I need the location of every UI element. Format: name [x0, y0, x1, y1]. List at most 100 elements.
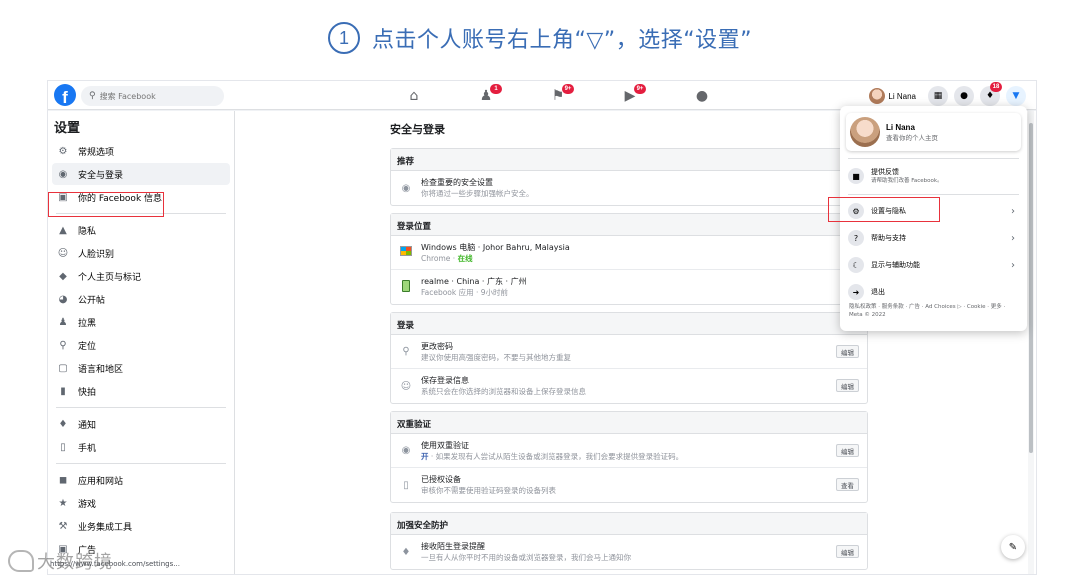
2fa-status: 开	[421, 451, 429, 461]
dropdown-profile-card[interactable]: Li Nana 查看你的个人主页	[846, 113, 1021, 151]
watch-badge: 9+	[634, 84, 646, 94]
dropdown-item-logout[interactable]: ➜ 退出	[846, 280, 1021, 304]
apps-icon: ◼	[58, 474, 68, 486]
dropdown-item-display[interactable]: ☾ 显示与辅助功能 ›	[846, 253, 1021, 277]
business-tools-icon: ⚒	[58, 520, 68, 532]
edit-icon: ✎	[1008, 541, 1018, 553]
sidebar-item-apps[interactable]: ◼ 应用和网站	[52, 469, 230, 491]
shield-icon: ◉	[401, 445, 411, 456]
main-nav-tabs: ⌂ ♟ 1 ⚑ 9+ ▶ 9+ ●	[378, 81, 738, 110]
windows-icon	[399, 246, 413, 259]
edit-button[interactable]: 编辑	[836, 444, 859, 457]
section-header: 登录位置	[391, 214, 867, 236]
edit-button[interactable]: 编辑	[836, 379, 859, 392]
section-recommended: 推荐 ◉ 检查重要的安全设置 你将通过一些步骤加强帐户安全。	[390, 148, 868, 206]
pages-tab[interactable]: ⚑ 9+	[522, 81, 594, 110]
list-item-windows-session[interactable]: Windows 电脑 · Johor Bahru, Malaysia Chrome…	[391, 236, 867, 270]
watch-tab[interactable]: ▶ 9+	[594, 81, 666, 110]
sidebar-item-general[interactable]: ⚙ 常规选项	[52, 140, 230, 162]
dropdown-divider	[848, 194, 1019, 195]
game-icon: ★	[58, 497, 68, 509]
sidebar-item-face-recognition[interactable]: ☺ 人脸识别	[52, 242, 230, 264]
view-button[interactable]: 查看	[836, 478, 859, 491]
sidebar-item-notifications[interactable]: ♦ 通知	[52, 413, 230, 435]
section-two-factor: 双重验证 ◉ 使用双重验证开 · 如果发现有人尝试从陌生设备或浏览器登录，我们会…	[390, 411, 868, 503]
chevron-right-icon: ›	[1011, 205, 1015, 217]
section-header: 登录	[391, 313, 867, 335]
story-icon: ▮	[60, 385, 66, 397]
list-item-login-alerts[interactable]: ♦ 接收陌生登录提醒 一旦有人从你平时不用的设备或浏览器登录，我们会马上通知你 编…	[391, 535, 867, 569]
gear-icon: ⚙	[58, 145, 68, 157]
chevron-right-icon: ›	[1011, 232, 1015, 244]
sidebar-divider	[56, 463, 226, 464]
sidebar-item-business-tools[interactable]: ⚒ 业务集成工具	[52, 515, 230, 537]
search-box[interactable]: ⚲	[81, 86, 224, 106]
sidebar-item-games[interactable]: ★ 游戏	[52, 492, 230, 514]
feedback-icon: ■	[848, 168, 864, 184]
sidebar-item-location[interactable]: ⚲ 定位	[52, 334, 230, 356]
bell-icon: ♦	[401, 546, 411, 558]
tutorial-slide: 1 点击个人账号右上角“▽”，选择“设置” f ⚲ ⌂ ♟1 ⚑9+ ▶9+ ●…	[0, 0, 1080, 582]
search-input[interactable]	[99, 91, 210, 101]
sidebar-item-stories[interactable]: ▮ 快拍	[52, 380, 230, 402]
block-icon: ♟	[58, 316, 68, 328]
sidebar-item-language[interactable]: ▢ 语言和地区	[52, 357, 230, 379]
notifications-button[interactable]: ♦ 18	[980, 82, 1002, 106]
menu-button[interactable]: ▦	[928, 86, 948, 106]
dropdown-item-feedback[interactable]: ■ 提供反馈 请帮助我们改善 Facebook。	[846, 162, 1021, 190]
list-item-authorized-devices[interactable]: ▯ 已授权设备 审核你不需要使用验证码登录的设备列表 查看	[391, 468, 867, 502]
section-header: 双重验证	[391, 412, 867, 434]
help-icon: ?	[848, 230, 864, 246]
dropdown-footer-links[interactable]: 隐私权政策 · 服务条款 · 广告 · Ad Choices ▷ · Cooki…	[849, 303, 1019, 319]
section-login: 登录 ⚲ 更改密码 建议你使用高强度密码，不要与其他地方重复 编辑 ☺ 保存登录信…	[390, 312, 868, 404]
dropdown-divider	[848, 158, 1019, 159]
home-icon: ⌂	[409, 87, 419, 104]
home-tab[interactable]: ⌂	[378, 81, 450, 110]
list-item-realme-session[interactable]: realme · China · 广东 · 广州 Facebook 应用 · 9小…	[391, 270, 867, 304]
watermark-logo-icon	[8, 550, 34, 572]
sidebar-item-mobile[interactable]: ▯ 手机	[52, 436, 230, 458]
list-item-change-password[interactable]: ⚲ 更改密码 建议你使用高强度密码，不要与其他地方重复 编辑	[391, 335, 867, 369]
pages-badge: 9+	[562, 84, 574, 94]
sidebar-item-public-posts[interactable]: ◕ 公开帖	[52, 288, 230, 310]
list-item-save-login[interactable]: ☺ 保存登录信息 系统只会在你选择的浏览器和设备上保存登录信息 编辑	[391, 369, 867, 403]
avatar	[850, 117, 880, 147]
dropdown-profile-name: Li Nana	[886, 122, 915, 132]
sidebar-item-profile-tagging[interactable]: ◆ 个人主页与标记	[52, 265, 230, 287]
instruction-banner: 1 点击个人账号右上角“▽”，选择“设置”	[0, 16, 1080, 60]
highlight-box-security	[48, 192, 164, 217]
friends-tab[interactable]: ♟ 1	[450, 81, 522, 110]
page-scrollbar[interactable]	[1028, 111, 1034, 574]
edit-button[interactable]: 编辑	[836, 345, 859, 358]
groups-tab[interactable]: ●	[666, 81, 738, 110]
edit-button[interactable]: 编辑	[836, 545, 859, 558]
list-item-check-security[interactable]: ◉ 检查重要的安全设置 你将通过一些步骤加强帐户安全。	[391, 171, 867, 205]
language-icon: ▢	[58, 362, 68, 374]
scrollbar-thumb[interactable]	[1029, 123, 1033, 453]
device-icon: ▯	[403, 479, 409, 491]
chevron-right-icon: ›	[1011, 259, 1015, 271]
instruction-text: 点击个人账号右上角“▽”，选择“设置”	[371, 28, 752, 53]
settings-sidebar: 设置 ⚙ 常规选项 ◉ 安全与登录 ▣ 你的 Facebook 信息 ▲ 隐私 ☺ 人脸识…	[48, 111, 235, 574]
account-dropdown: Li Nana 查看你的个人主页 ■ 提供反馈 请帮助我们改善 Facebook。…	[828, 106, 1027, 331]
avatar	[869, 88, 886, 104]
profile-chip[interactable]: Li Nana	[867, 86, 922, 106]
face-recognition-icon: ☺	[57, 247, 69, 259]
messenger-button[interactable]: ●	[954, 86, 974, 106]
logout-icon: ➜	[848, 284, 864, 300]
key-icon: ⚲	[402, 346, 410, 357]
sidebar-item-blocking[interactable]: ♟ 拉黑	[52, 311, 230, 333]
sidebar-item-privacy[interactable]: ▲ 隐私	[52, 219, 230, 241]
section-header: 推荐	[391, 149, 867, 171]
page-title: 安全与登录	[390, 123, 445, 136]
section-header: 加强安全防护	[391, 513, 867, 535]
facebook-logo-icon[interactable]: f	[54, 84, 76, 106]
list-item-use-2fa[interactable]: ◉ 使用双重验证开 · 如果发现有人尝试从陌生设备或浏览器登录，我们会要求提供登…	[391, 434, 867, 468]
messenger-icon: ●	[960, 91, 968, 101]
dropdown-item-help[interactable]: ? 帮助与支持 ›	[846, 226, 1021, 250]
section-login-locations: 登录位置 Windows 电脑 · Johor Bahru, Malaysia C…	[390, 213, 868, 305]
section-extra-security: 加强安全防护 ♦ 接收陌生登录提醒 一旦有人从你平时不用的设备或浏览器登录，我们会…	[390, 512, 868, 570]
sidebar-item-security[interactable]: ◉ 安全与登录	[52, 163, 230, 185]
account-button[interactable]: ▼	[1006, 86, 1026, 106]
compose-button[interactable]: ✎	[1001, 535, 1025, 559]
